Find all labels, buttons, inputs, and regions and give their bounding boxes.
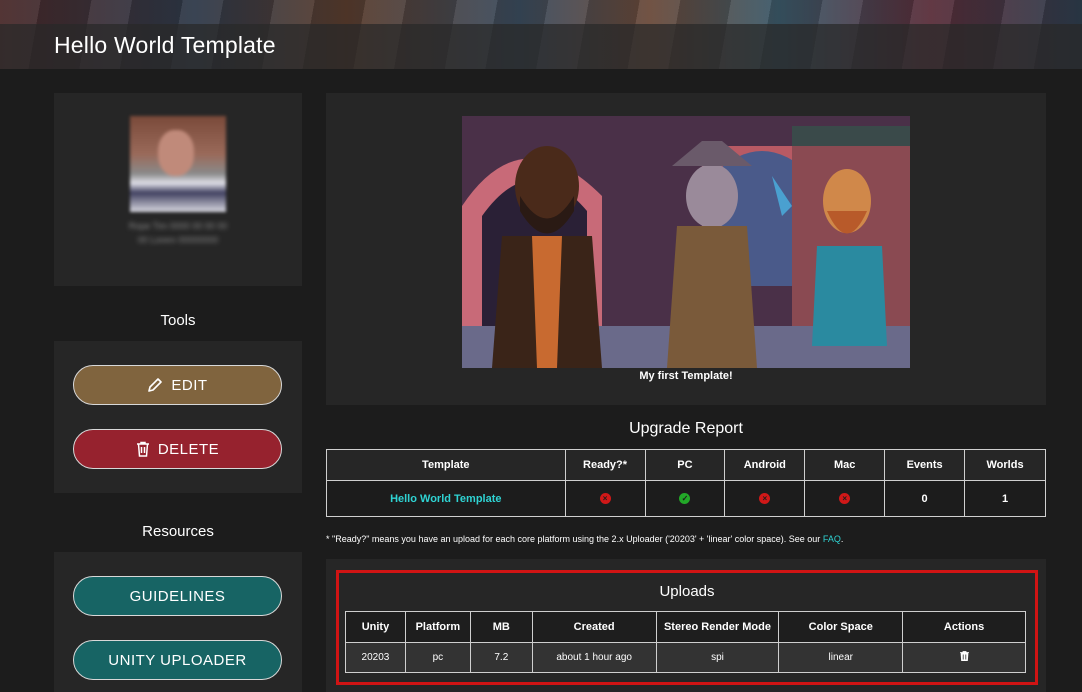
ready-status-icon: × bbox=[599, 493, 611, 505]
trash-icon bbox=[136, 441, 149, 457]
preview-card: My first Template! bbox=[326, 93, 1046, 405]
upload-platform: pc bbox=[404, 642, 471, 673]
col-android: Android bbox=[724, 449, 806, 481]
col-unity: Unity bbox=[345, 611, 406, 643]
avatar bbox=[130, 116, 226, 212]
upload-mb: 7.2 bbox=[469, 642, 533, 673]
col-mb: MB bbox=[469, 611, 533, 643]
col-platform: Platform bbox=[404, 611, 471, 643]
pencil-icon bbox=[148, 378, 163, 392]
upload-unity: 20203 bbox=[345, 642, 406, 673]
android-status-icon: × bbox=[759, 493, 771, 505]
col-worlds: Worlds bbox=[964, 449, 1046, 481]
col-mac: Mac bbox=[804, 449, 886, 481]
template-preview-image bbox=[462, 116, 910, 368]
col-template: Template bbox=[326, 449, 566, 481]
col-events: Events bbox=[884, 449, 966, 481]
col-stereo: Stereo Render Mode bbox=[655, 611, 780, 643]
unity-uploader-label: UNITY UPLOADER bbox=[108, 651, 247, 669]
uploads-table: Unity Platform MB Created Stereo Render … bbox=[345, 611, 1026, 673]
faq-link[interactable]: FAQ bbox=[823, 534, 841, 544]
footnote-end: . bbox=[840, 534, 844, 544]
header-banner: Hello World Template bbox=[0, 0, 1082, 69]
report-header-row: Template Ready?* PC Android Mac Events W… bbox=[326, 449, 1046, 481]
col-pc: PC bbox=[644, 449, 726, 481]
mac-status-icon: × bbox=[839, 493, 851, 505]
col-actions: Actions bbox=[902, 611, 1026, 643]
col-created: Created bbox=[531, 611, 657, 643]
unity-uploader-button[interactable]: UNITY UPLOADER bbox=[73, 640, 282, 680]
trash-icon[interactable] bbox=[959, 651, 969, 662]
resources-panel: GUIDELINES UNITY UPLOADER bbox=[54, 552, 302, 692]
guidelines-label: GUIDELINES bbox=[129, 587, 226, 605]
upgrade-report-table: Template Ready?* PC Android Mac Events W… bbox=[326, 449, 1046, 517]
edit-label: EDIT bbox=[171, 376, 208, 394]
profile-info-line-2: 00 Lorem 00000000 bbox=[137, 235, 219, 245]
delete-label: DELETE bbox=[157, 440, 220, 458]
table-row: Hello World Template × ✓ × × 0 1 bbox=[326, 480, 1046, 517]
upload-created: about 1 hour ago bbox=[531, 642, 657, 673]
tools-heading: Tools bbox=[160, 312, 196, 329]
pc-status-icon: ✓ bbox=[679, 493, 691, 505]
preview-illustration bbox=[462, 116, 910, 368]
profile-info-line-1: Rope Tim 0000 00 00 00 bbox=[128, 221, 228, 231]
page-title: Hello World Template bbox=[54, 32, 276, 58]
uploads-header-row: Unity Platform MB Created Stereo Render … bbox=[345, 611, 1026, 643]
uploads-title: Uploads bbox=[659, 583, 715, 600]
delete-button[interactable]: DELETE bbox=[73, 429, 282, 469]
edit-button[interactable]: EDIT bbox=[73, 365, 282, 405]
ready-footnote: * "Ready?" means you have an upload for … bbox=[326, 534, 843, 544]
profile-card: Rope Tim 0000 00 00 00 00 Lorem 00000000 bbox=[54, 93, 302, 286]
col-ready: Ready?* bbox=[564, 449, 646, 481]
tools-panel: EDIT DELETE bbox=[54, 341, 302, 493]
preview-caption: My first Template! bbox=[639, 370, 733, 382]
upload-stereo: spi bbox=[655, 642, 780, 673]
upload-actions bbox=[902, 642, 1026, 673]
guidelines-button[interactable]: GUIDELINES bbox=[73, 576, 282, 616]
upload-color-space: linear bbox=[778, 642, 904, 673]
template-link[interactable]: Hello World Template bbox=[390, 493, 501, 505]
events-count: 0 bbox=[884, 480, 966, 517]
worlds-count: 1 bbox=[964, 480, 1046, 517]
footnote-text: * "Ready?" means you have an upload for … bbox=[326, 534, 823, 544]
resources-heading: Resources bbox=[142, 523, 214, 540]
table-row: 20203 pc 7.2 about 1 hour ago spi linear bbox=[345, 642, 1026, 673]
col-color-space: Color Space bbox=[778, 611, 904, 643]
upgrade-report-title: Upgrade Report bbox=[629, 420, 743, 437]
